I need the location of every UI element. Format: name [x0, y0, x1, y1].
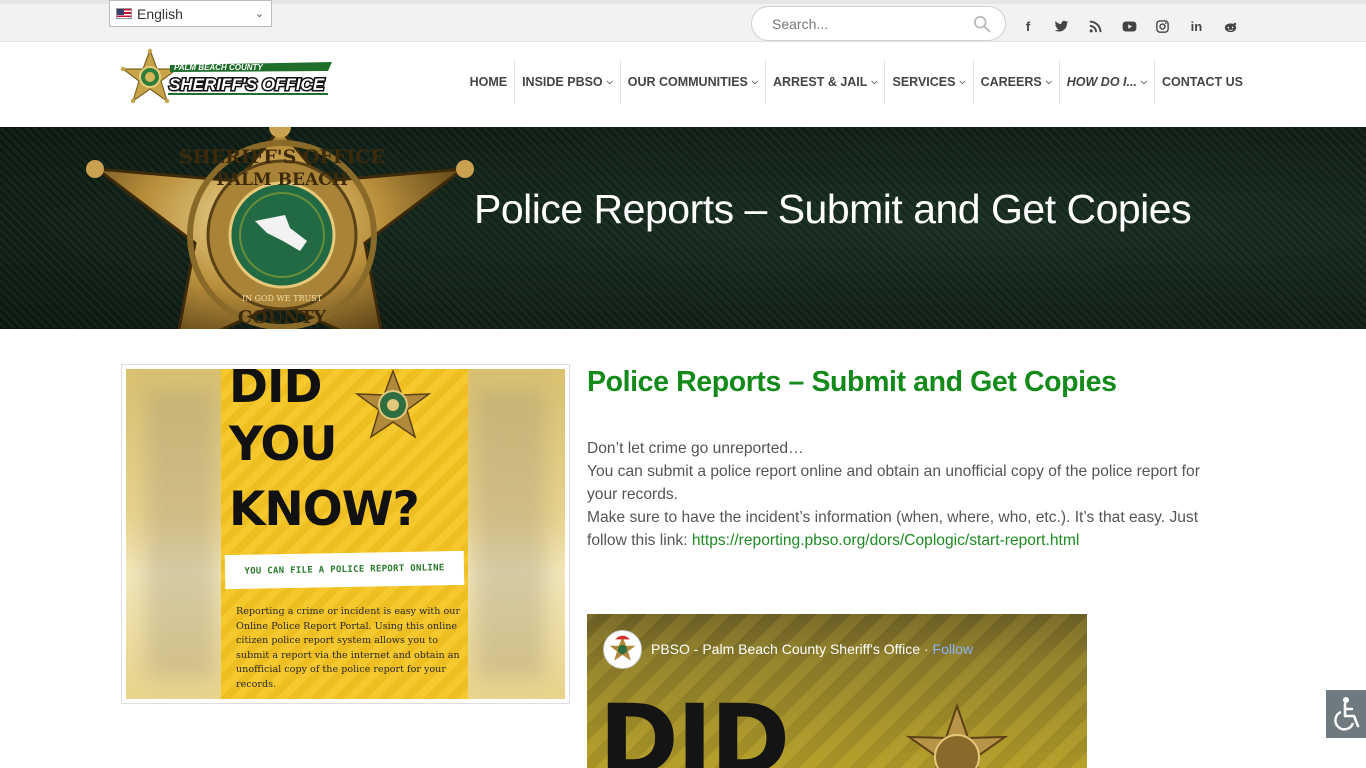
social-links: f in	[1015, 13, 1251, 39]
sheriff-badge-image: SHERIFF'S OFFICE PALM BEACH IN GOD WE TR…	[86, 127, 474, 329]
chevron-down-icon: ⌵	[1045, 77, 1052, 86]
follow-button[interactable]: Follow	[933, 641, 973, 657]
logo-main-text: SHERIFF'S OFFICE	[169, 75, 325, 94]
nav-contact-us[interactable]: CONTACT US	[1153, 60, 1250, 104]
nav-arrest-jail[interactable]: ARREST & JAIL ⌵	[764, 60, 885, 104]
poster-line1: DID	[229, 369, 323, 414]
search-icon[interactable]	[973, 15, 991, 33]
main-navigation: HOME INSIDE PBSO ⌵ OUR COMMUNITIES ⌵ ARRES…	[463, 60, 1250, 104]
us-flag-icon	[116, 8, 132, 19]
poster-body: Reporting a crime or incident is easy wi…	[236, 606, 461, 690]
poster-strip: YOU CAN FILE A POLICE REPORT ONLINE	[224, 550, 465, 590]
search-input[interactable]	[772, 15, 957, 32]
poster-line2: YOU	[229, 417, 337, 472]
sheriff-star-icon	[354, 369, 432, 439]
nav-how-do-i[interactable]: HOW DO I... ⌵	[1058, 60, 1154, 104]
nav-careers[interactable]: CAREERS ⌵	[972, 60, 1059, 104]
chevron-down-icon: ⌄	[254, 8, 264, 20]
language-label: English	[137, 5, 183, 22]
chevron-down-icon: ⌵	[751, 77, 758, 86]
nav-our-communities[interactable]: OUR COMMUNITIES ⌵	[619, 60, 765, 104]
page-avatar[interactable]	[603, 630, 642, 669]
logo-top-text: PALM BEACH COUNTY	[174, 63, 263, 72]
nav-home[interactable]: HOME	[463, 60, 515, 104]
page-title: Police Reports – Submit and Get Copies	[587, 366, 1117, 398]
badge-middle-text: PALM BEACH	[216, 170, 348, 190]
did-you-know-poster: DID YOU KNOW? YOU CAN FILE A POLICE REPO…	[221, 369, 468, 699]
chevron-down-icon: ⌵	[959, 77, 966, 86]
chevron-down-icon: ⌵	[871, 77, 878, 86]
featured-image[interactable]: DID YOU KNOW? YOU CAN FILE A POLICE REPO…	[121, 364, 570, 704]
site-header: PALM BEACH COUNTY SHERIFF'S OFFICE HOME …	[0, 42, 1366, 127]
reddit-icon[interactable]	[1217, 13, 1243, 39]
sheriff-star-icon	[905, 702, 1009, 768]
nav-inside-pbso[interactable]: INSIDE PBSO ⌵	[514, 60, 620, 104]
facebook-embed[interactable]: PBSO - Palm Beach County Sheriff's Offic…	[587, 614, 1087, 768]
badge-bottom-text: COUNTY	[238, 307, 328, 328]
rss-icon[interactable]	[1082, 13, 1108, 39]
youtube-icon[interactable]	[1116, 13, 1142, 39]
language-selector[interactable]: English ⌄	[109, 0, 272, 27]
poster-line3: KNOW?	[229, 482, 420, 537]
linkedin-icon[interactable]: in	[1183, 13, 1209, 39]
paragraph-3: Make sure to have the incident’s informa…	[587, 509, 1199, 549]
paragraph-1: Don’t let crime go unreported…	[587, 440, 804, 457]
sheriffs-office-logo[interactable]: PALM BEACH COUNTY SHERIFF'S OFFICE	[112, 48, 337, 108]
wheelchair-icon	[1334, 697, 1360, 731]
chevron-down-icon: ⌵	[606, 77, 613, 86]
facebook-icon[interactable]: f	[1015, 13, 1041, 39]
accessibility-button[interactable]	[1326, 690, 1366, 738]
nav-services[interactable]: SERVICES ⌵	[884, 60, 972, 104]
badge-top-text: SHERIFF'S OFFICE	[179, 146, 385, 168]
search-box	[751, 6, 1006, 41]
paragraph-2: You can submit a police report online an…	[587, 463, 1200, 503]
page-banner: SHERIFF'S OFFICE PALM BEACH IN GOD WE TR…	[0, 127, 1366, 329]
facebook-page-name: PBSO - Palm Beach County Sheriff's Offic…	[651, 641, 973, 657]
top-bar: English ⌄ f in	[0, 0, 1366, 42]
banner-title: Police Reports – Submit and Get Copies	[474, 186, 1192, 232]
article-body: Don’t let crime go unreported… You can s…	[587, 437, 1227, 552]
page-name-link[interactable]: PBSO - Palm Beach County Sheriff's Offic…	[651, 641, 920, 657]
twitter-icon[interactable]	[1049, 13, 1075, 39]
report-link[interactable]: https://reporting.pbso.org/dors/Coplogic…	[692, 532, 1079, 549]
badge-seal-text: IN GOD WE TRUST	[242, 294, 323, 303]
chevron-down-icon: ⌵	[1140, 77, 1147, 86]
poster-background: DID YOU KNOW? YOU CAN FILE A POLICE REPO…	[126, 369, 565, 699]
embed-preview-text: DID	[599, 684, 790, 768]
instagram-icon[interactable]	[1150, 13, 1176, 39]
